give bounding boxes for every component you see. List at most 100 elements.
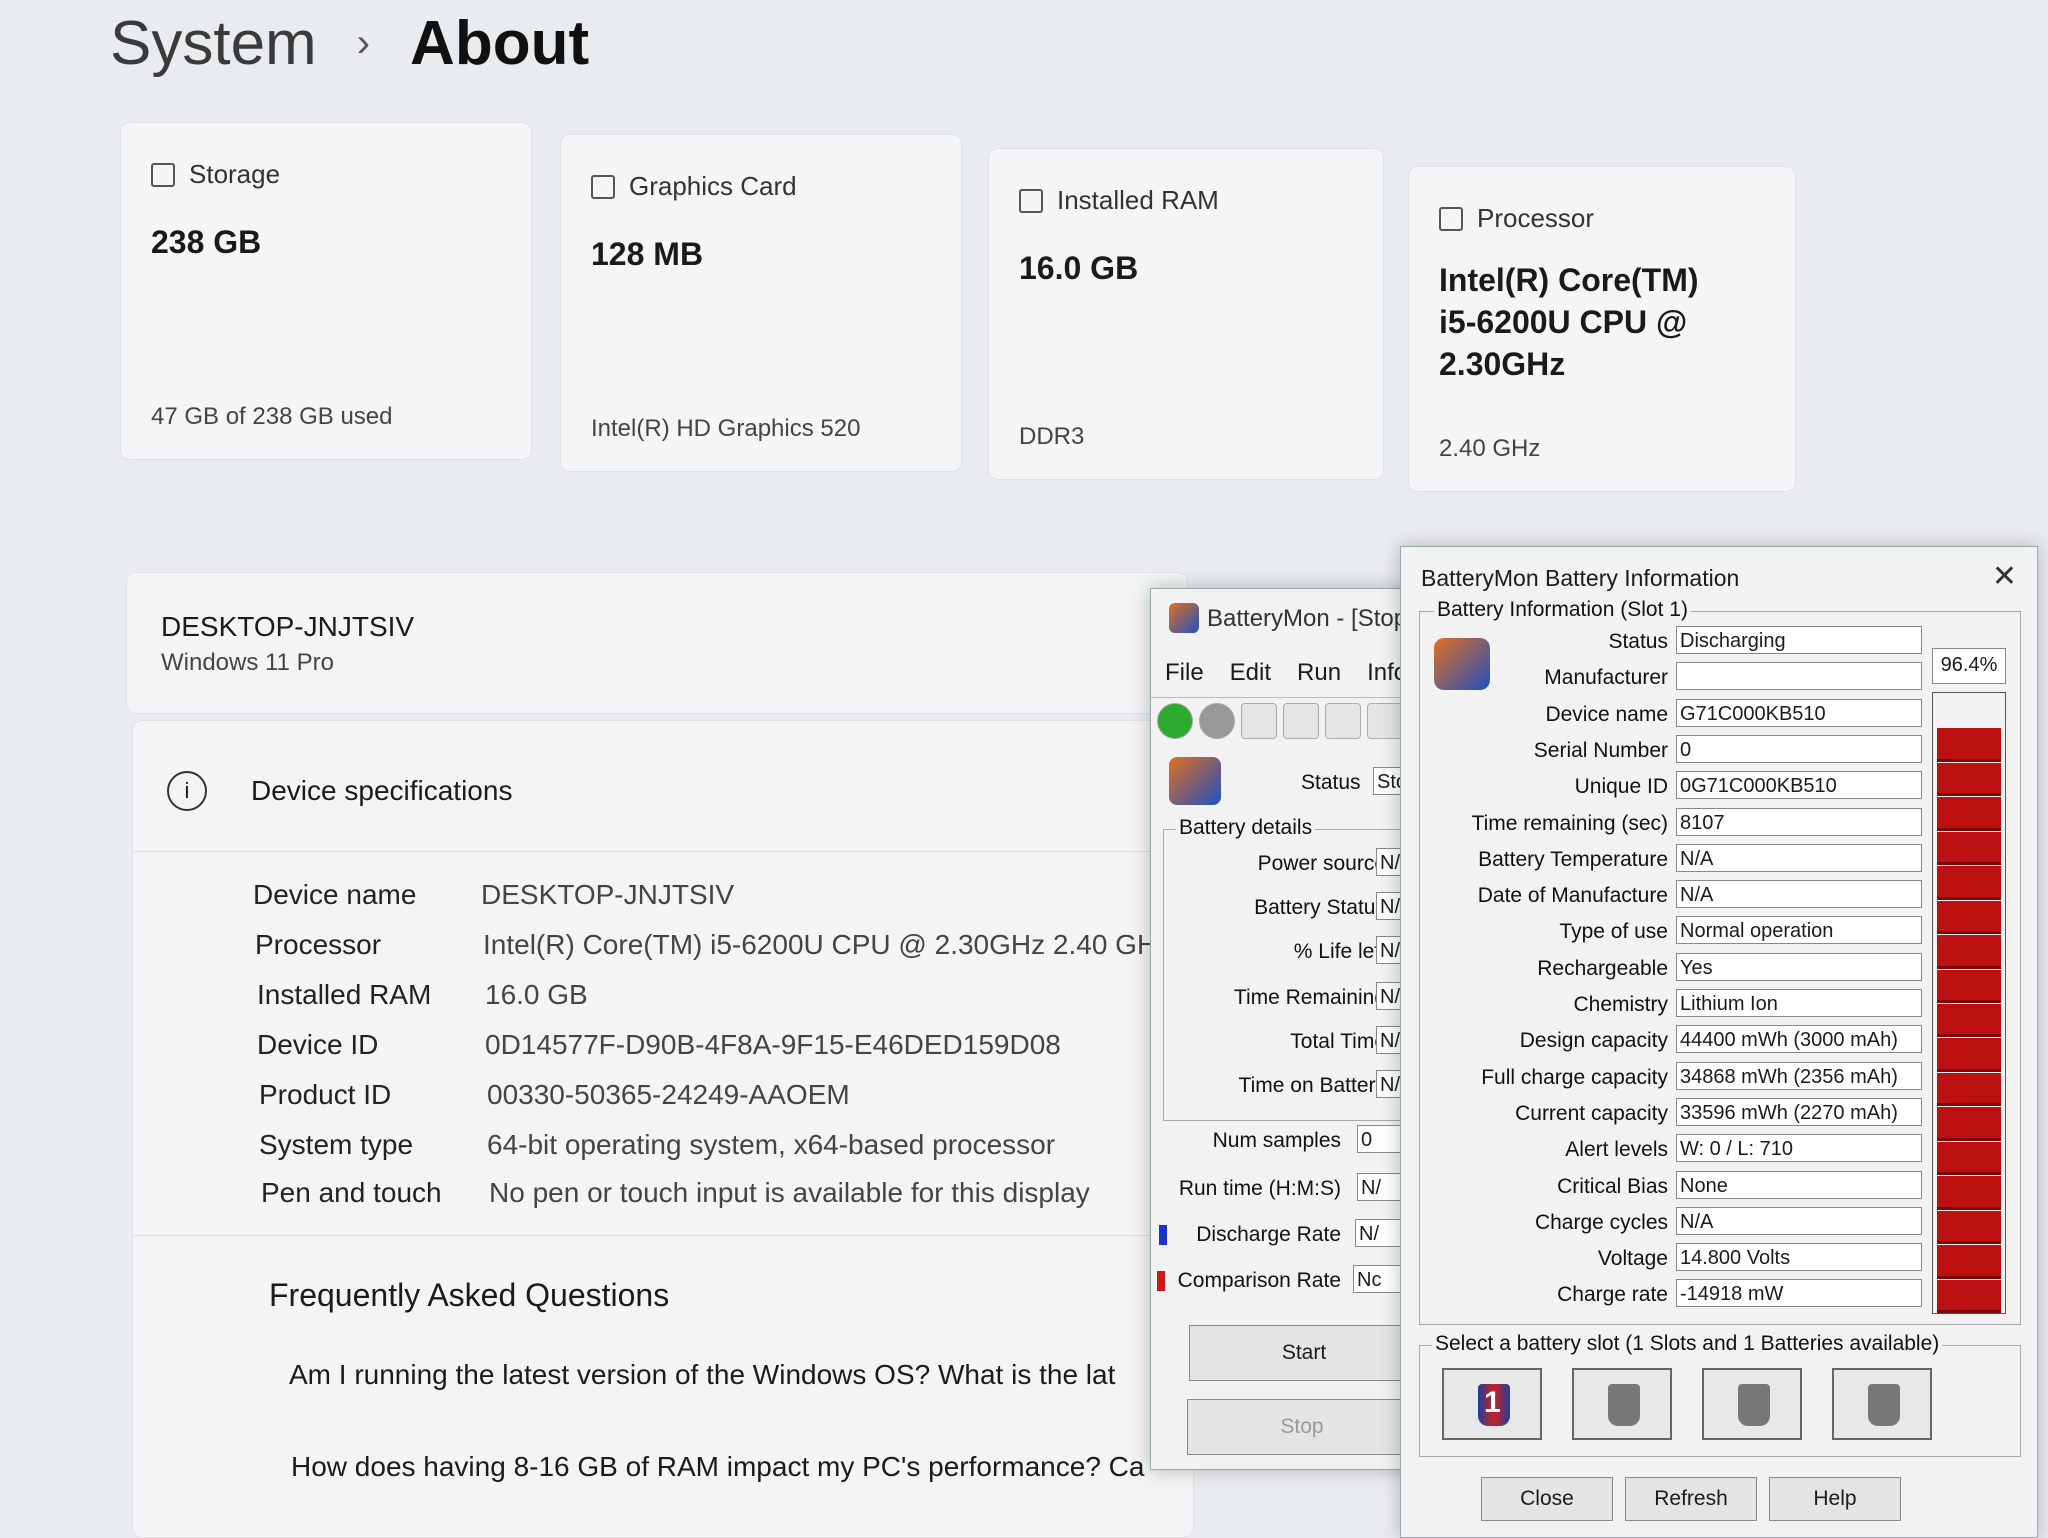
stop-toolbar-icon[interactable] [1199, 703, 1235, 739]
refresh-button[interactable]: Refresh [1625, 1477, 1757, 1521]
charge-bar-segment [1937, 900, 2001, 935]
battery-field-label: Design capacity [1519, 1029, 1668, 1053]
battery-slot-group-title: Select a battery slot (1 Slots and 1 Bat… [1432, 1332, 1943, 1356]
battery-field-value: N/A [1676, 880, 1922, 909]
charge-bar-segment [1937, 728, 2001, 762]
battery-field-value: G71C000KB510 [1676, 698, 1922, 727]
close-icon[interactable]: ✕ [1992, 559, 2017, 594]
charge-percent-readout: 96.4% [1932, 648, 2006, 684]
battery-field-label: Type of use [1559, 920, 1668, 944]
processor-value: Intel(R) Core(TM) i5-6200U CPU @ 2.30GHz [1439, 259, 1699, 385]
battery-field-label: Battery Temperature [1478, 847, 1668, 871]
battery-field-label: Chemistry [1573, 993, 1668, 1016]
ram-type: DDR3 [1019, 423, 1085, 450]
info-toolbar-icon[interactable] [1367, 703, 1403, 739]
ram-card-title: Installed RAM [1057, 185, 1219, 215]
charge-bar-segment [1937, 1004, 2001, 1038]
menu-file[interactable]: File [1165, 659, 1204, 687]
charge-bar-segment [1937, 1245, 2001, 1279]
processor-card-title: Processor [1477, 203, 1595, 233]
stop-button[interactable]: Stop [1187, 1399, 1417, 1455]
breadcrumb: System › About [110, 8, 589, 79]
batterymon-menu: File Edit Run Info [1165, 659, 1407, 687]
ram-card[interactable]: Installed RAM 16.0 GB DDR3 [988, 148, 1384, 480]
menu-edit[interactable]: Edit [1230, 659, 1271, 687]
faq-title: Frequently Asked Questions [269, 1277, 670, 1313]
processor-value-line: 2.30GHz [1439, 346, 1566, 382]
processor-speed: 2.40 GHz [1439, 435, 1541, 462]
battery-information-window: BatteryMon Battery Information ✕ Battery… [1400, 546, 2038, 1538]
battery-field-value: 34868 mWh (2356 mAh) [1676, 1061, 1922, 1090]
spec-row-device-name: Device name DESKTOP-JNJTSIV [253, 879, 735, 910]
battery-slot-2[interactable] [1572, 1368, 1672, 1440]
help-button[interactable]: Help [1769, 1477, 1901, 1521]
battery-field-label: Rechargeable [1537, 956, 1668, 980]
battery-status-label: Battery Status [1254, 896, 1386, 919]
page-title: About [410, 9, 590, 78]
spec-row-product-id: Product ID 00330-50365-24249-AAOEM [259, 1079, 850, 1110]
charge-bar-segment [1937, 866, 2001, 900]
graphics-card-icon [591, 174, 615, 199]
battery-field-label: Alert levels [1565, 1138, 1668, 1162]
comparison-rate-color-swatch [1157, 1271, 1165, 1291]
device-name-heading: DESKTOP-JNJTSIV [161, 611, 415, 642]
battery-field-value: Lithium Ion [1676, 989, 1922, 1017]
total-time-label: Total Time [1290, 1030, 1386, 1053]
battery-field-label: Full charge capacity [1481, 1065, 1668, 1089]
battery-field-label: Date of Manufacture [1477, 884, 1668, 908]
windows-edition: Windows 11 Pro [161, 649, 334, 676]
battery-field-value: Discharging [1676, 626, 1922, 654]
battery-field-label: Time remaining (sec) [1471, 811, 1668, 835]
storage-card[interactable]: Storage 238 GB 47 GB of 238 GB used [120, 122, 532, 460]
breadcrumb-separator: › [356, 21, 371, 65]
battery-toolbar-icon[interactable] [1241, 703, 1277, 739]
battery-information-title: BatteryMon Battery Information [1421, 565, 1740, 591]
battery-field-value: Yes [1676, 952, 1922, 981]
charge-bar-segment [1937, 969, 2001, 1003]
storage-usage: 47 GB of 238 GB used [151, 403, 393, 430]
battery-field-label: Serial Number [1533, 738, 1668, 762]
spec-row-device-id: Device ID 0D14577F-D90B-4F8A-9F15-E46DED1… [257, 1029, 1061, 1060]
processor-icon [1439, 206, 1463, 231]
battery-slot-1[interactable]: 1 [1442, 1368, 1542, 1440]
processor-card[interactable]: Processor Intel(R) Core(TM) i5-6200U CPU… [1408, 166, 1796, 492]
start-button[interactable]: Start [1189, 1325, 1419, 1381]
battery-field-label: Voltage [1597, 1247, 1668, 1271]
start-toolbar-icon[interactable] [1157, 703, 1193, 739]
graphics-value: 128 MB [591, 236, 704, 272]
battery-slot-3[interactable] [1702, 1368, 1802, 1440]
processor-value-line: i5-6200U CPU @ [1439, 304, 1688, 340]
device-specifications-title[interactable]: Device specifications [251, 775, 512, 807]
battery-information-group: Battery Information (Slot 1) Status Disch… [1419, 598, 2021, 1325]
divider [133, 851, 1193, 852]
faq-question[interactable]: How does having 8-16 GB of RAM impact my… [291, 1451, 1144, 1483]
battery-slot-4[interactable] [1832, 1368, 1932, 1440]
batterymon-window: BatteryMon - [Stop File Edit Run Info St… [1150, 588, 1445, 1470]
battery-slot-number: 1 [1484, 1386, 1501, 1419]
faq-question[interactable]: Am I running the latest version of the W… [289, 1359, 1115, 1391]
charge-bar-segment [1937, 1176, 2001, 1210]
status-label: Status [1301, 771, 1361, 794]
spec-row-system-type: System type 64-bit operating system, x64-… [259, 1129, 1056, 1160]
charge-bar-segment [1937, 797, 2001, 831]
battery-field-label: Manufacturer [1544, 666, 1668, 690]
spec-row-pen-touch: Pen and touch No pen or touch input is av… [261, 1177, 1090, 1208]
power-source-label: Power source [1257, 852, 1386, 875]
ram-value: 16.0 GB [1019, 250, 1139, 286]
close-button[interactable]: Close [1481, 1477, 1613, 1521]
menu-run[interactable]: Run [1297, 659, 1341, 687]
graphics-card[interactable]: Graphics Card 128 MB Intel(R) HD Graphic… [560, 134, 962, 472]
processor-value-line: Intel(R) Core(TM) [1439, 262, 1699, 298]
battery-field-label: Unique ID [1574, 775, 1668, 799]
report-toolbar-icon[interactable] [1325, 703, 1361, 739]
settings-toolbar-icon[interactable] [1283, 703, 1319, 739]
battery-field-value: 8107 [1676, 807, 1922, 836]
charge-bar-segment [1937, 831, 2001, 866]
breadcrumb-system[interactable]: System [110, 8, 317, 79]
storage-card-title: Storage [189, 159, 281, 189]
battery-information-group-title: Battery Information (Slot 1) [1434, 598, 1691, 622]
charge-bar-segment [1937, 1210, 2001, 1245]
life-left-label: % Life left [1293, 940, 1386, 963]
battery-field-value: 44400 mWh (3000 mAh) [1676, 1025, 1922, 1054]
graphics-card-title: Graphics Card [629, 171, 797, 201]
